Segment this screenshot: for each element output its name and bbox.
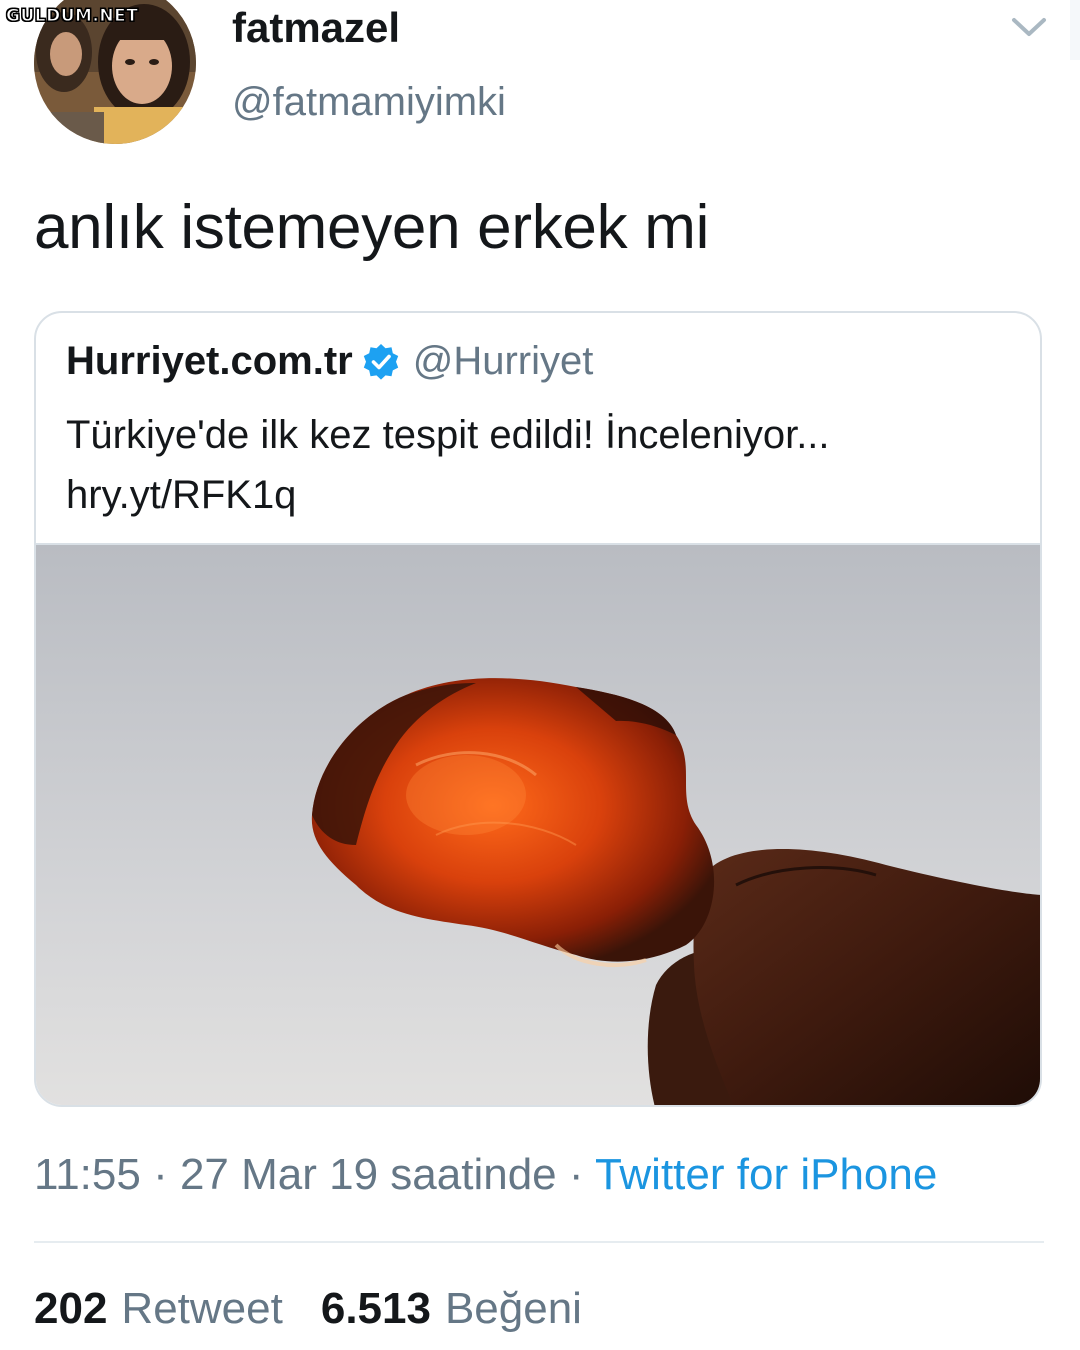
chevron-down-icon[interactable] — [1010, 12, 1048, 42]
retweets-label: Retweet — [121, 1284, 283, 1333]
quoted-tweet-text: Türkiye'de ilk kez tespit edildi! İncele… — [66, 405, 1006, 525]
tweet-stats: 202 Retweet 6.513 Beğeni — [34, 1284, 582, 1334]
meta-separator: · — [140, 1150, 180, 1199]
quoted-tweet-image[interactable] — [36, 543, 1040, 1105]
tweet-date[interactable]: 27 Mar 19 saatinde — [180, 1150, 557, 1199]
meta-separator: · — [556, 1150, 595, 1199]
likes-stat[interactable]: 6.513 Beğeni — [321, 1284, 582, 1334]
verified-badge-icon — [363, 343, 398, 380]
quoted-tweet-header: Hurriyet.com.tr @Hurriyet — [66, 339, 593, 384]
tweet-meta: 11:55 · 27 Mar 19 saatinde · Twitter for… — [34, 1150, 937, 1200]
quoted-display-name[interactable]: Hurriyet.com.tr — [66, 339, 353, 384]
amber-stone-photo — [36, 545, 1040, 1105]
tweet-time[interactable]: 11:55 — [34, 1150, 141, 1199]
divider — [34, 1241, 1044, 1243]
likes-count: 6.513 — [320, 1284, 431, 1333]
tweet-text: anlık istemeyen erkek mi — [34, 193, 710, 262]
quoted-text-line: Türkiye'de ilk kez tespit edildi! İncele… — [66, 413, 830, 457]
retweets-stat[interactable]: 202 Retweet — [34, 1284, 283, 1334]
watermark-logo: GULDUM.NET — [5, 6, 139, 27]
quoted-link[interactable]: hry.yt/RFK1q — [66, 465, 1006, 525]
retweets-count: 202 — [34, 1284, 108, 1333]
author-display-name[interactable]: fatmazel — [232, 4, 400, 52]
likes-label: Beğeni — [444, 1284, 582, 1333]
quoted-tweet-card[interactable]: Hurriyet.com.tr @Hurriyet Türkiye'de ilk… — [34, 311, 1042, 1107]
tweet-source-link[interactable]: Twitter for iPhone — [595, 1150, 937, 1199]
quoted-handle[interactable]: @Hurriyet — [413, 339, 594, 384]
author-handle[interactable]: @fatmamiyimki — [232, 80, 506, 125]
scrollbar-edge — [1070, 0, 1080, 60]
